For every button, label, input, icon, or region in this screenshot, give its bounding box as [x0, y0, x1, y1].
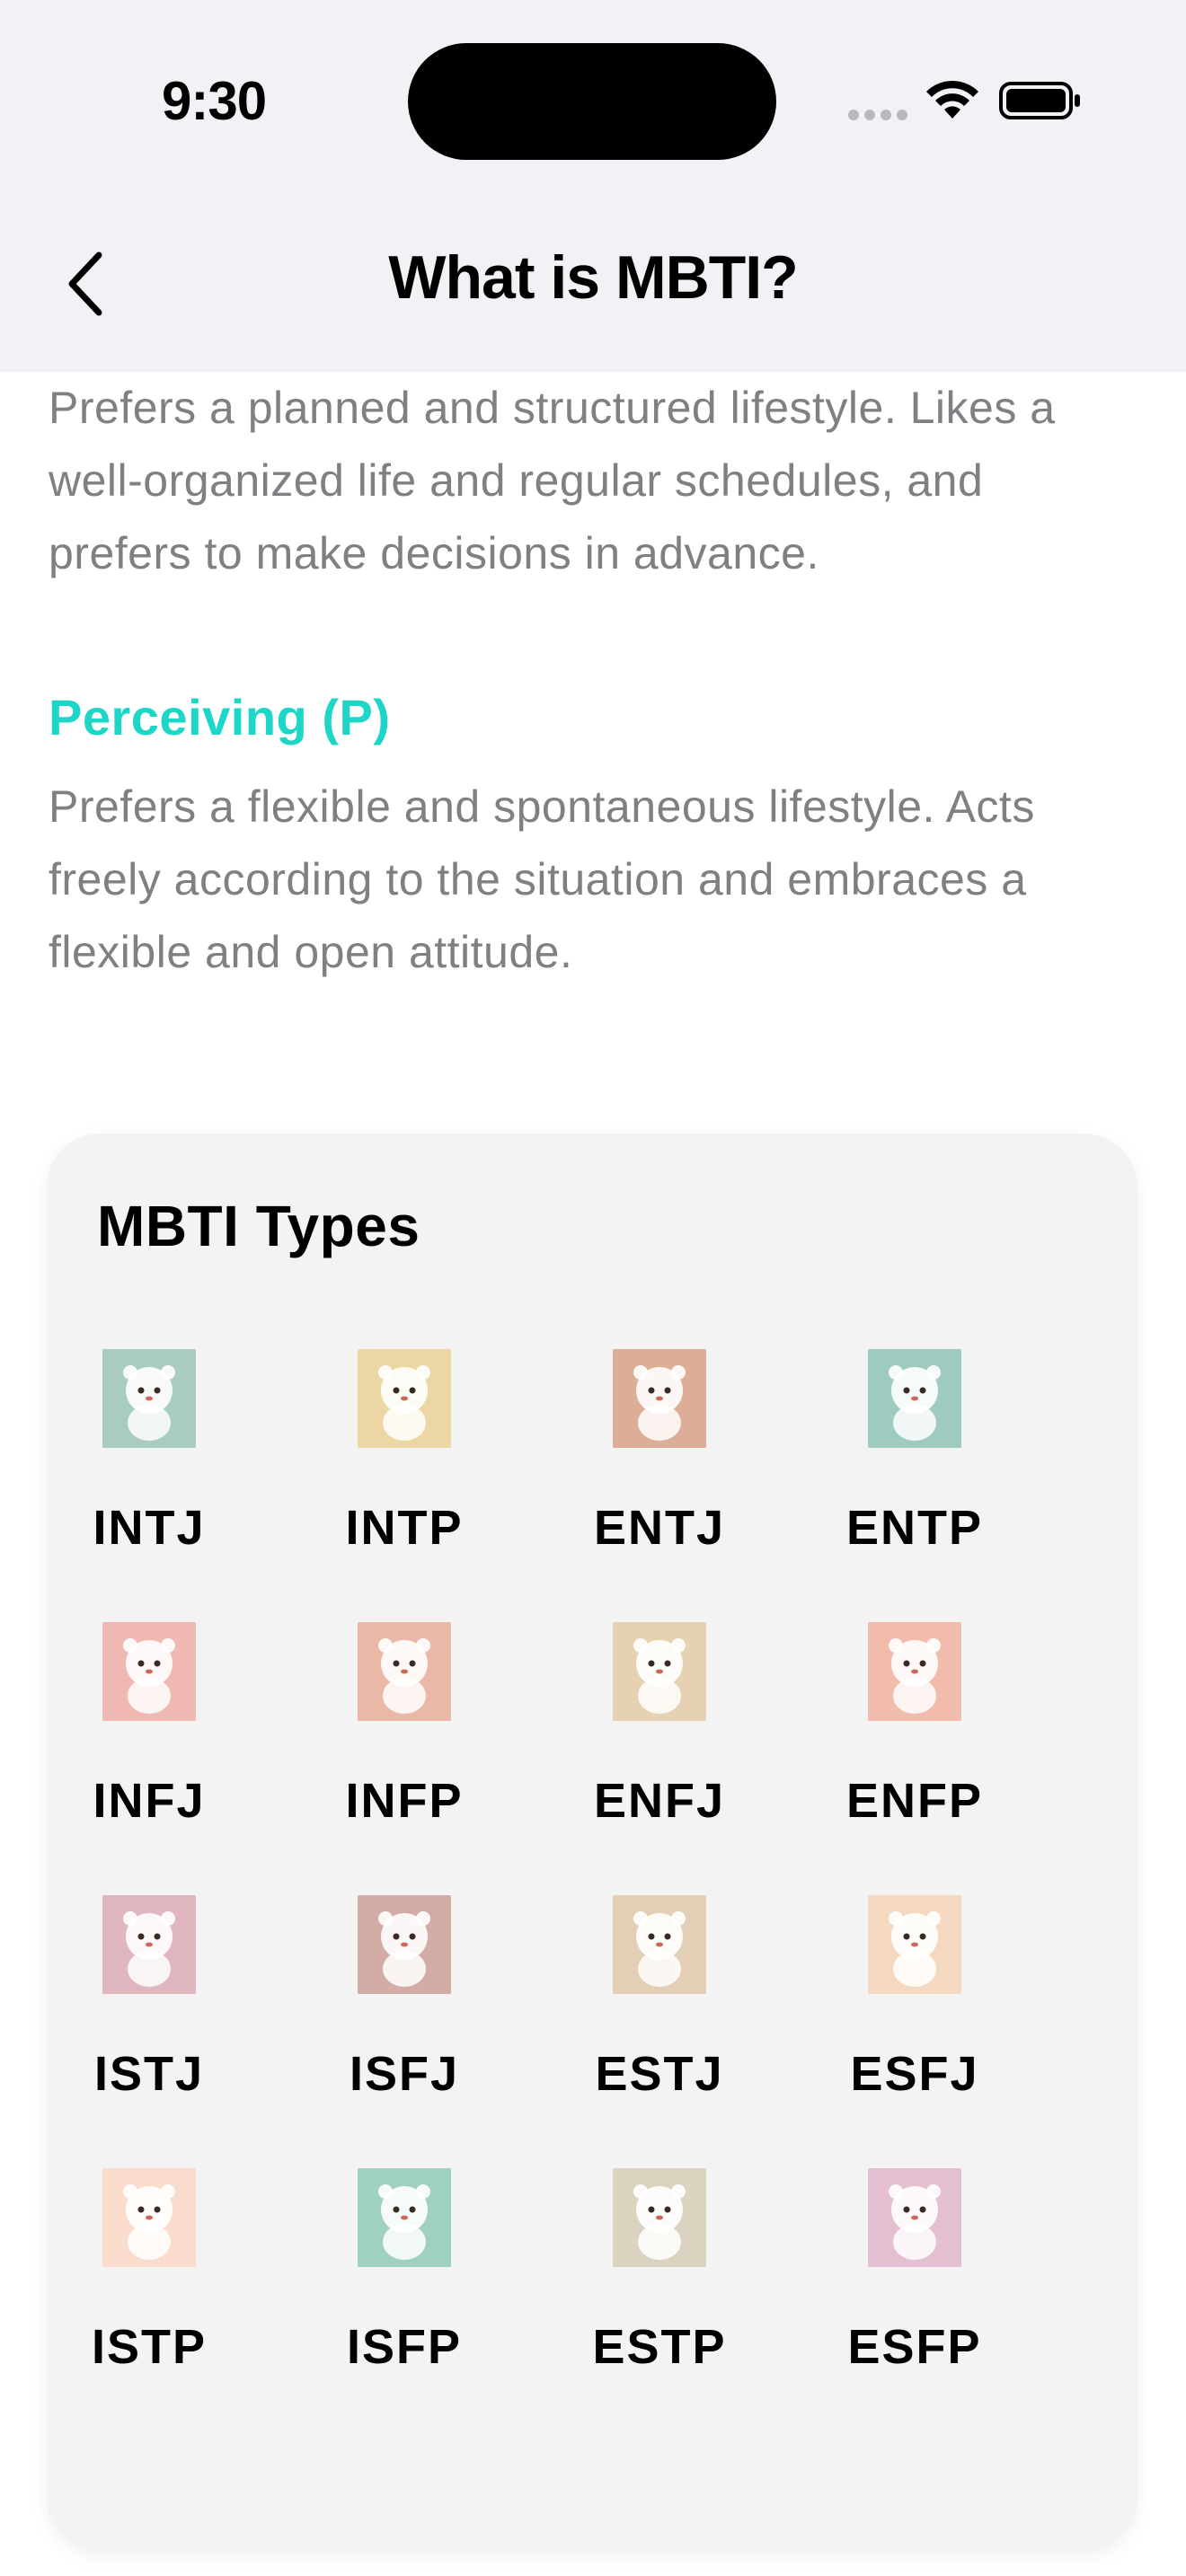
- otter-icon: [102, 2168, 196, 2267]
- mbti-type-enfp[interactable]: ENFP: [807, 1622, 1022, 1856]
- mbti-type-label: ESTP: [592, 2320, 727, 2374]
- seal-icon: [102, 1622, 196, 1721]
- mbti-type-label: ESTJ: [595, 2047, 724, 2101]
- status-time: 9:30: [162, 71, 267, 131]
- mbti-type-entj[interactable]: ENTJ: [552, 1349, 767, 1583]
- mbti-type-esfj[interactable]: ESFJ: [807, 1895, 1022, 2129]
- red-panda-icon: [358, 2168, 451, 2267]
- mbti-type-label: ISTJ: [93, 2047, 205, 2101]
- navigation-bar: 9:30 What is MBTI?: [0, 0, 1186, 372]
- penguin-icon: [102, 1895, 196, 1994]
- deer-icon: [358, 1622, 451, 1721]
- mbti-type-label: ENTJ: [593, 1501, 726, 1555]
- judging-description: Prefers a planned and structured lifesty…: [49, 383, 1056, 578]
- mbti-type-label: ENTP: [845, 1501, 984, 1555]
- mbti-type-intp[interactable]: INTP: [296, 1349, 512, 1583]
- mbti-type-label: INFP: [345, 1774, 464, 1828]
- dynamic-island: [408, 43, 776, 160]
- mbti-type-label: ISTP: [91, 2320, 208, 2374]
- mbti-type-label: INFJ: [93, 1774, 206, 1828]
- mbti-type-enfj[interactable]: ENFJ: [552, 1622, 767, 1856]
- mbti-type-estj[interactable]: ESTJ: [552, 1895, 767, 2129]
- dolphin-icon: [613, 2168, 706, 2267]
- elephant-icon: [613, 1622, 706, 1721]
- cat-icon: [102, 1349, 196, 1448]
- perceiving-description: Prefers a flexible and spontaneous lifes…: [49, 781, 1035, 977]
- mbti-type-label: INTJ: [93, 1501, 206, 1555]
- perceiving-heading: Perceiving (P): [49, 689, 391, 745]
- fox-icon: [868, 1349, 961, 1448]
- page-title: What is MBTI?: [388, 243, 798, 312]
- mbti-type-esfp[interactable]: ESFP: [807, 2168, 1022, 2402]
- battery-icon: [999, 82, 1080, 119]
- mbti-type-estp[interactable]: ESTP: [552, 2168, 767, 2402]
- mbti-type-label: INTP: [345, 1501, 464, 1555]
- corgi-icon: [613, 1895, 706, 1994]
- mbti-type-infp[interactable]: INFP: [296, 1622, 512, 1856]
- dog-icon: [868, 1895, 961, 1994]
- lion-icon: [613, 1349, 706, 1448]
- mbti-type-label: ENFP: [845, 1774, 984, 1828]
- alpaca-icon: [868, 1622, 961, 1721]
- mbti-type-istp[interactable]: ISTP: [41, 2168, 257, 2402]
- mbti-type-label: ENFJ: [593, 1774, 726, 1828]
- mbti-type-isfp[interactable]: ISFP: [296, 2168, 512, 2402]
- wifi-icon: [926, 80, 978, 119]
- mbti-types-grid: INTJ INTP ENTJ ENTP INFJ INFP ENFJ ENFP ISTJ ISFJ…: [47, 1134, 1137, 2551]
- mbti-type-istj[interactable]: ISTJ: [41, 1895, 257, 2129]
- mbti-type-intj[interactable]: INTJ: [41, 1349, 257, 1583]
- mbti-type-label: ESFP: [847, 2320, 982, 2374]
- mbti-type-label: ISFP: [346, 2320, 463, 2374]
- mbti-types-card: MBTI Types INTJ INTP ENTJ ENTP INFJ INFP ENFJ E…: [47, 1134, 1137, 2551]
- parrot-icon: [868, 2168, 961, 2267]
- mbti-type-label: ISFJ: [349, 2047, 460, 2101]
- mbti-type-entp[interactable]: ENTP: [807, 1349, 1022, 1583]
- mbti-type-infj[interactable]: INFJ: [41, 1622, 257, 1856]
- mbti-type-isfj[interactable]: ISFJ: [296, 1895, 512, 2129]
- mbti-type-label: ESFJ: [850, 2047, 979, 2101]
- cellular-signal-icon: [848, 110, 909, 122]
- owl-icon: [358, 1349, 451, 1448]
- koala-icon: [358, 1895, 451, 1994]
